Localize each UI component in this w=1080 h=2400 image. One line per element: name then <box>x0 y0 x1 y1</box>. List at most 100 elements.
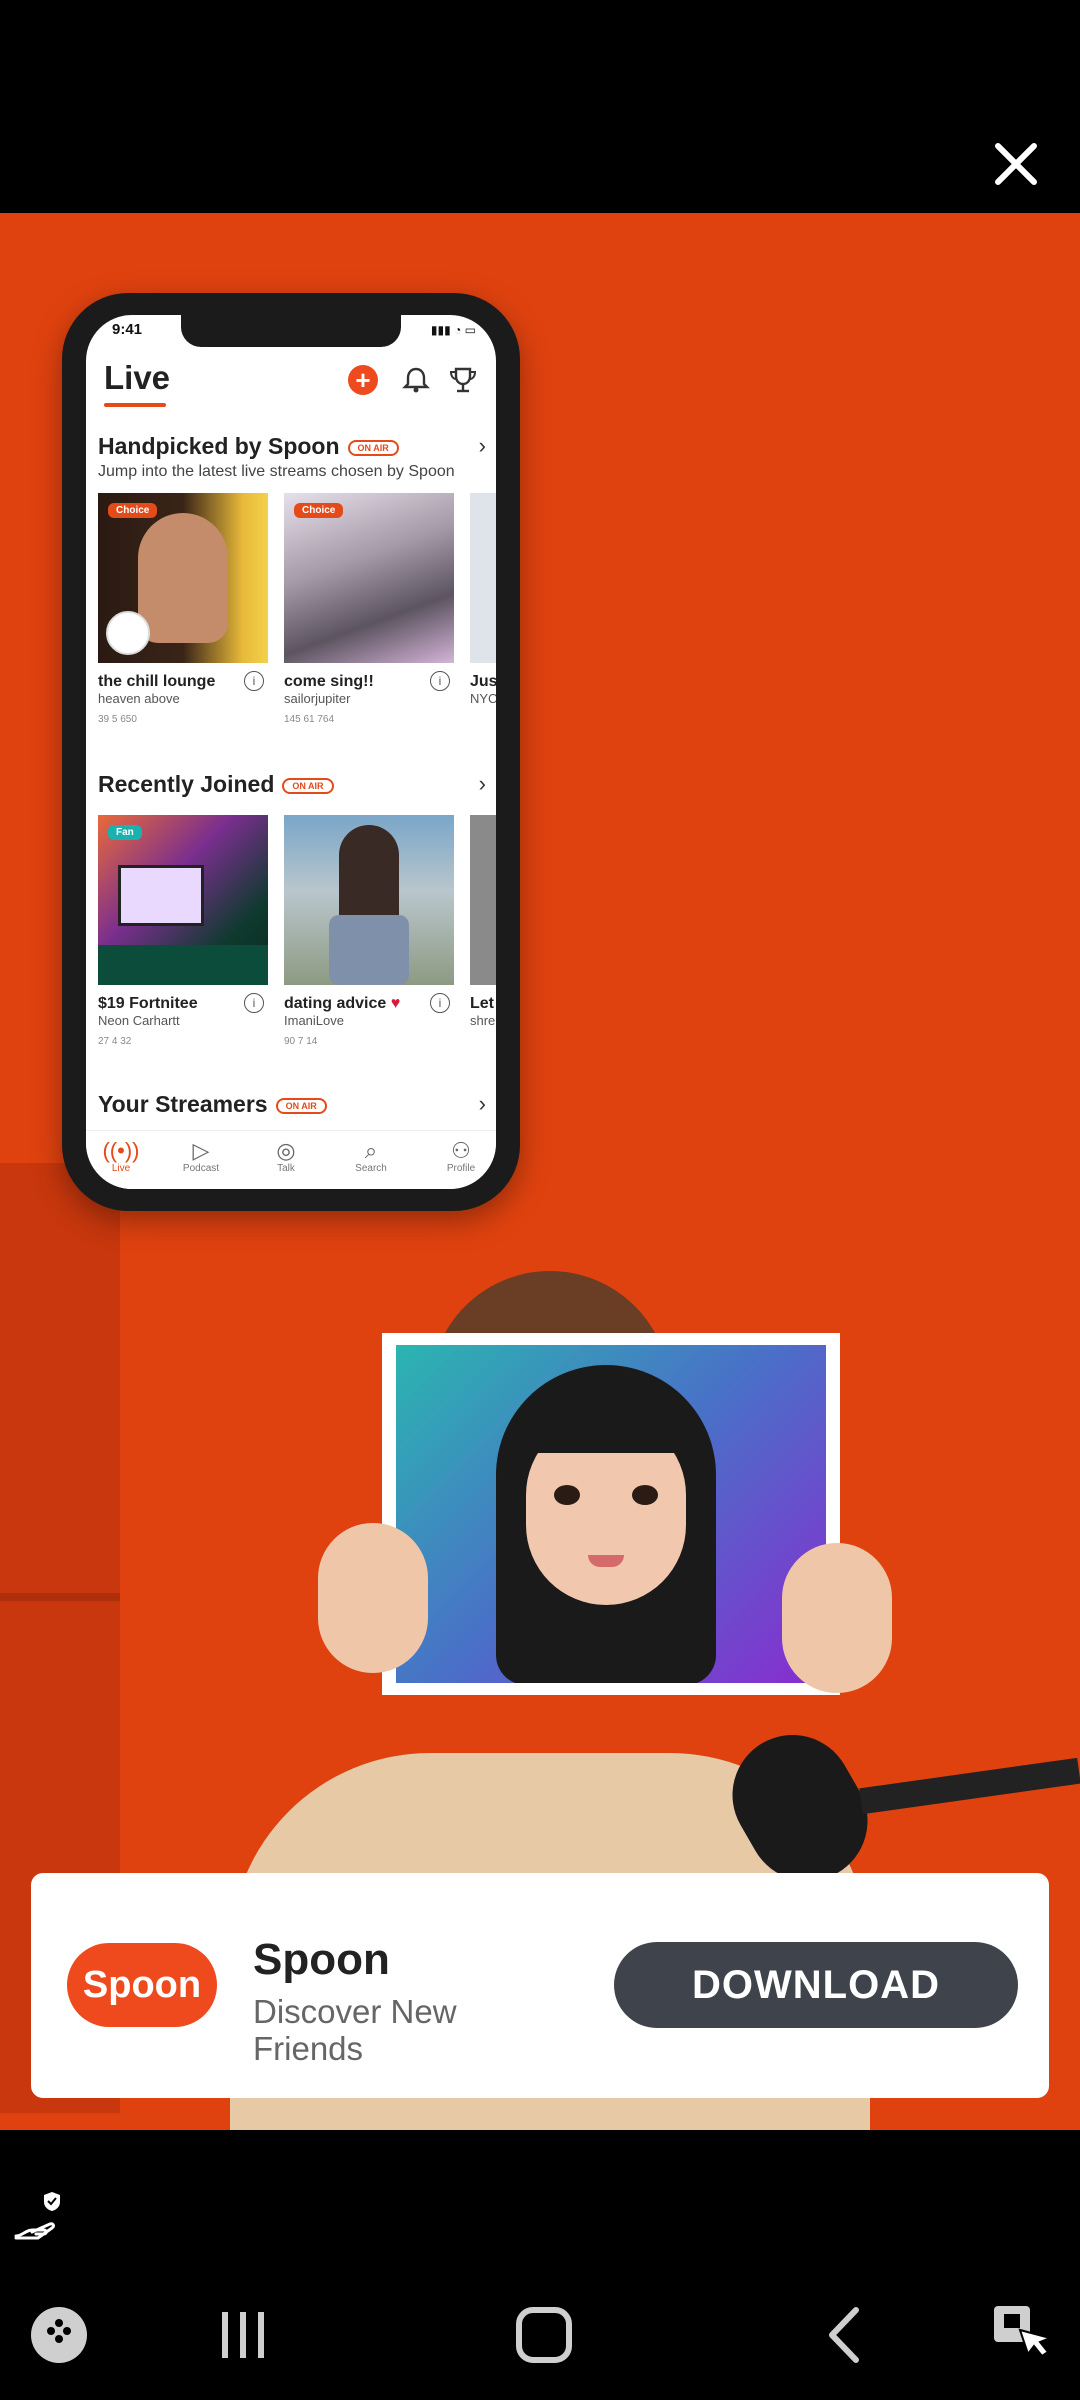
card-title: dating advice ♥ <box>284 995 454 1013</box>
stream-thumbnail: Choice <box>98 493 268 663</box>
section-title-recently-joined: Recently Joined ON AIR <box>98 771 334 798</box>
tab-label: Profile <box>446 1163 476 1174</box>
app-name: Spoon <box>253 1935 390 1984</box>
right-hand <box>782 1543 892 1693</box>
card-user: NYC <box>470 691 496 706</box>
stream-card: Let shre <box>470 815 496 1028</box>
chevron-right-icon: › <box>478 1091 486 1116</box>
phone-notch <box>181 315 401 347</box>
phone-screen: 9:41 ▮▮▮ ◔ ▭ Live + Handpicked by Spoon O… <box>86 315 496 1189</box>
card-title: come sing!! <box>284 673 374 690</box>
stream-card: Jus NYC <box>470 493 496 706</box>
recent-apps-icon[interactable] <box>208 2300 278 2370</box>
stream-thumbnail <box>470 815 496 985</box>
phone-mockup: 9:41 ▮▮▮ ◔ ▭ Live + Handpicked by Spoon O… <box>62 293 520 1211</box>
tab-live: ((•)) Live <box>86 1138 156 1175</box>
card-user: shre <box>470 1013 496 1028</box>
stream-card: Choice i the chill lounge heaven above 3… <box>98 493 268 725</box>
card-user: Neon Carhartt <box>98 1013 180 1028</box>
memoji-eye <box>554 1485 580 1505</box>
card-title-text: dating advice <box>284 995 387 1012</box>
section-title-text: Your Streamers <box>98 1091 268 1117</box>
game-launcher-icon[interactable] <box>24 2300 94 2370</box>
heart-icon: ♥ <box>390 995 401 1012</box>
stream-thumbnail: Choice <box>284 493 454 663</box>
trophy-icon <box>448 365 478 395</box>
card-stats: 145 61 764 <box>284 714 335 725</box>
system-nav-bar <box>0 2270 1080 2400</box>
section-title-your-streamers: Your Streamers ON AIR <box>98 1091 327 1118</box>
card-stats: 39 5 650 <box>98 714 137 725</box>
plus-icon: + <box>348 365 378 395</box>
left-hand <box>318 1523 428 1673</box>
search-icon: ⌕ <box>364 1138 378 1163</box>
chat-icon: ◎ <box>276 1138 296 1163</box>
tab-label: Search <box>355 1163 387 1174</box>
tab-search: ⌕ Search <box>336 1138 406 1175</box>
tab-profile: ⚇ Profile <box>426 1138 496 1175</box>
on-air-badge: ON AIR <box>347 439 399 456</box>
streamer-photo <box>138 513 228 643</box>
memoji-background <box>396 1345 826 1683</box>
stream-thumbnail <box>470 493 496 663</box>
on-air-badge: ON AIR <box>275 1097 327 1114</box>
close-icon[interactable] <box>988 136 1044 192</box>
section-subtitle: Jump into the latest live streams chosen… <box>98 463 455 480</box>
mic-arm <box>859 1757 1080 1815</box>
ad-choices-icon[interactable] <box>12 2186 72 2246</box>
card-user: ImaniLove <box>284 1013 344 1028</box>
wall-seam <box>0 1593 120 1601</box>
fan-badge: Fan <box>108 825 142 840</box>
signal-battery-icon: ▮▮▮ ◔ ▭ <box>430 323 476 337</box>
stream-card: Choice i come sing!! sailorjupiter 145 6… <box>284 493 454 725</box>
play-icon: ▷ <box>192 1138 210 1163</box>
card-stats: 27 4 32 <box>98 1036 132 1047</box>
status-time: 9:41 <box>112 321 143 338</box>
home-icon[interactable] <box>509 2300 579 2370</box>
monitor <box>118 865 204 926</box>
back-icon[interactable] <box>810 2300 880 2370</box>
dress <box>329 915 409 985</box>
phone-tab-bar: ((•)) Live ▷ Podcast ◎ Talk ⌕ Search ⚇ Profil… <box>86 1130 496 1189</box>
info-icon: i <box>430 671 450 691</box>
section-title-text: Handpicked by Spoon <box>98 433 340 459</box>
ad-top-bar <box>0 0 1080 213</box>
tab-label: Podcast <box>182 1163 220 1174</box>
section-title-handpicked: Handpicked by Spoon ON AIR <box>98 433 399 460</box>
info-icon: i <box>244 993 264 1013</box>
tab-podcast: ▷ Podcast <box>166 1138 236 1175</box>
broadcast-icon: ((•)) <box>102 1138 140 1163</box>
bell-icon <box>401 365 431 395</box>
avatar <box>106 611 150 655</box>
download-button[interactable]: DOWNLOAD <box>614 1942 1018 2028</box>
stream-card: i dating advice ♥ ImaniLove 90 7 14 <box>284 815 454 1047</box>
profile-icon: ⚇ <box>451 1138 471 1163</box>
card-user: heaven above <box>98 691 180 706</box>
stream-card: Fan i $19 Fortnitee Neon Carhartt 27 4 3… <box>98 815 268 1047</box>
card-title: the chill lounge <box>98 673 216 690</box>
card-title: Let <box>470 995 494 1012</box>
card-title: Jus <box>470 673 496 690</box>
section-title-text: Recently Joined <box>98 771 275 797</box>
tab-label: Live <box>111 1163 131 1174</box>
screen-title: Live <box>104 359 171 396</box>
app-description: Discover New Friends <box>253 1993 457 2067</box>
choice-badge: Choice <box>294 503 344 518</box>
card-user: sailorjupiter <box>284 691 351 706</box>
tab-label: Talk <box>277 1163 295 1174</box>
info-icon: i <box>430 993 450 1013</box>
memoji-eye <box>632 1485 658 1505</box>
chevron-right-icon: › <box>478 433 486 458</box>
desk <box>98 945 268 985</box>
stream-thumbnail: Fan <box>98 815 268 985</box>
choice-badge: Choice <box>108 503 158 518</box>
card-title: $19 Fortnitee <box>98 995 198 1012</box>
accessibility-icon[interactable] <box>986 2300 1056 2370</box>
spoon-logo: Spoon <box>67 1943 217 2027</box>
info-icon: i <box>244 671 264 691</box>
tab-talk: ◎ Talk <box>251 1138 321 1175</box>
ad-creative[interactable]: 9:41 ▮▮▮ ◔ ▭ Live + Handpicked by Spoon O… <box>0 213 1080 2130</box>
app-install-banner[interactable]: Spoon Spoon Discover New Friends DOWNLOA… <box>31 1873 1049 2098</box>
card-stats: 90 7 14 <box>284 1036 318 1047</box>
chevron-right-icon: › <box>478 771 486 796</box>
